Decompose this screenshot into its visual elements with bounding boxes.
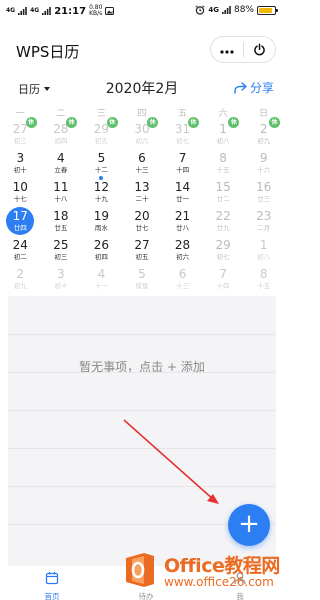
- watermark: Office教程网 www.office26.com: [120, 548, 284, 600]
- office-logo-icon: [126, 553, 154, 587]
- tab-label: 首页: [44, 592, 60, 600]
- add-event-button[interactable]: +: [228, 504, 270, 546]
- watermark-url: www.office26.com: [164, 575, 274, 589]
- tab-home[interactable]: 首页: [22, 570, 82, 600]
- watermark-brand: Office教程网: [164, 555, 280, 577]
- calendar-icon: [45, 572, 59, 585]
